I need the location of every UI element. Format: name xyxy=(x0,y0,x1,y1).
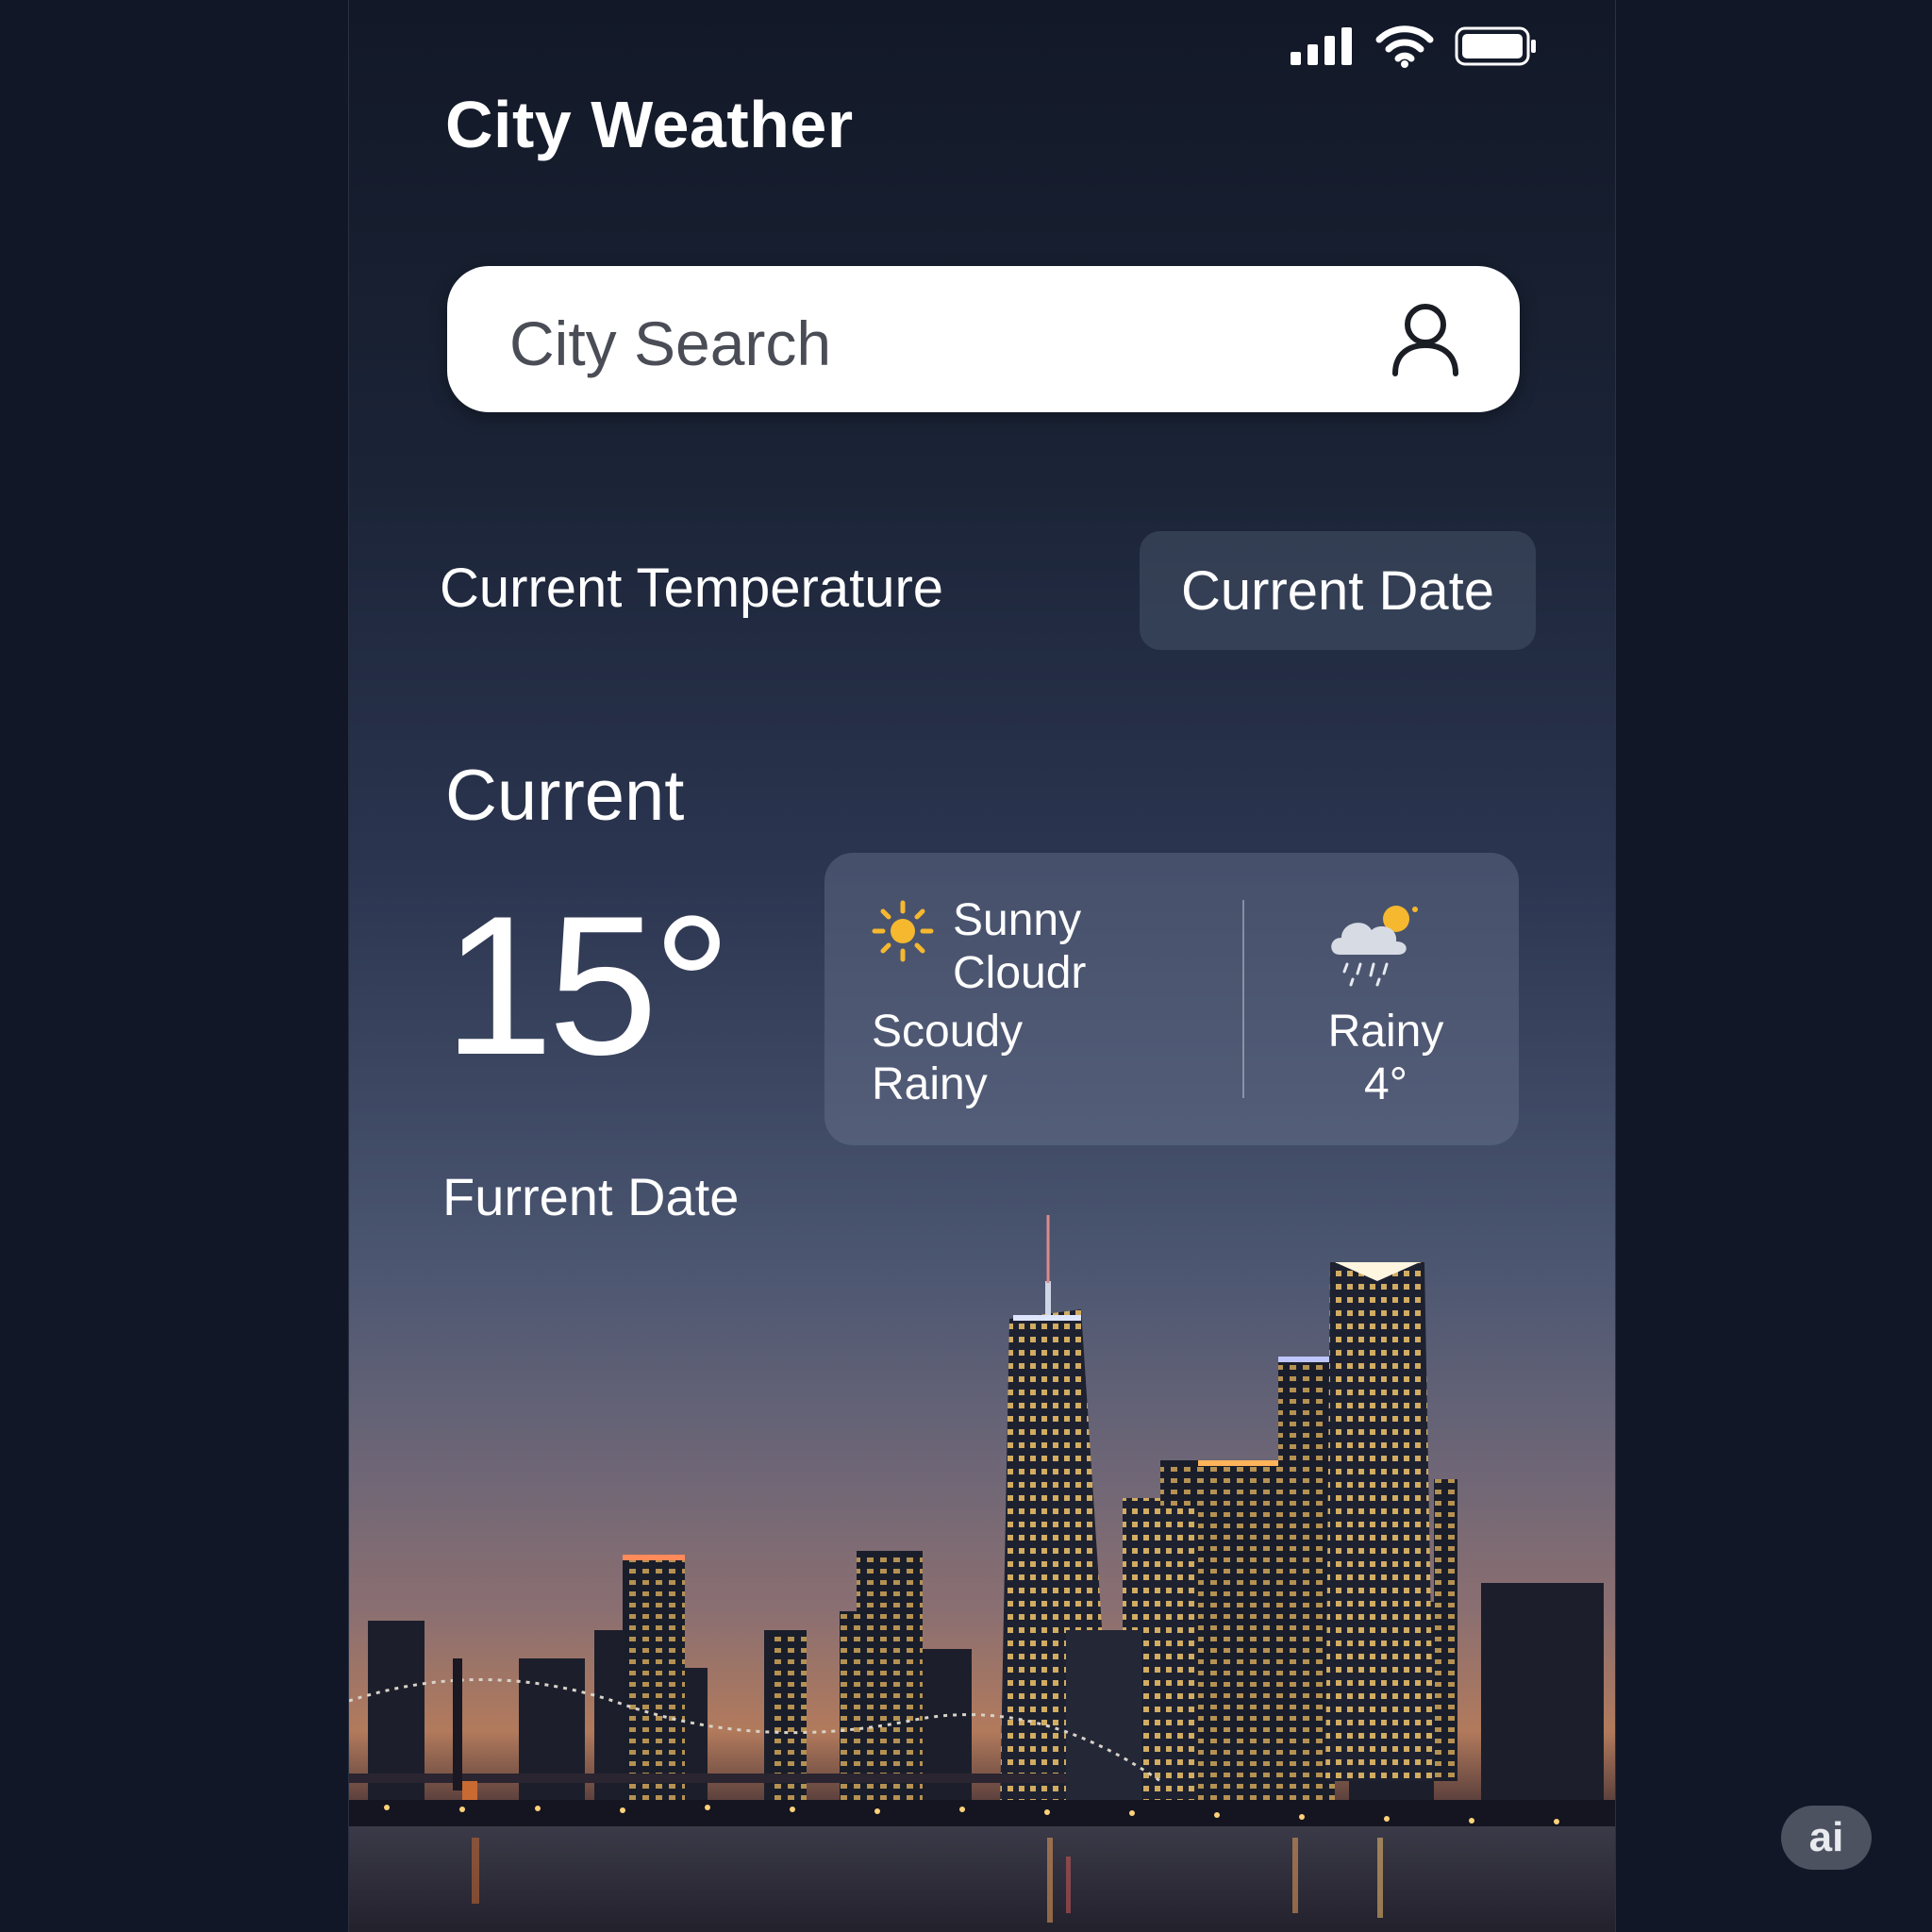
forecast-line: Sunny xyxy=(953,895,1082,945)
forecast-right-text: Rainy 4° xyxy=(1315,1006,1457,1111)
city-skyline-image xyxy=(349,1215,1615,1932)
user-icon[interactable] xyxy=(1390,302,1461,377)
ai-badge[interactable]: ai xyxy=(1781,1806,1872,1870)
forecast-left-top-text: Sunny Cloudr xyxy=(953,894,1086,1000)
forecast-card: Sunny Cloudr Scoudy Rainy Rainy 4° xyxy=(824,853,1519,1145)
wifi-icon xyxy=(1375,25,1434,68)
current-heading: Current xyxy=(445,756,685,836)
forecast-line: 4° xyxy=(1364,1059,1407,1109)
forecast-left-bottom-text: Scoudy Rainy xyxy=(872,1006,1023,1111)
search-placeholder: City Search xyxy=(509,308,832,378)
signal-icon xyxy=(1291,27,1352,65)
forecast-line: Rainy xyxy=(872,1059,988,1109)
sun-icon xyxy=(872,900,934,962)
city-search-input[interactable]: City Search xyxy=(447,266,1520,412)
rain-cloud-sun-icon xyxy=(1331,906,1418,987)
app-title: City Weather xyxy=(445,88,854,161)
current-temperature-label: Current Temperature xyxy=(440,558,944,619)
status-bar xyxy=(1291,25,1538,68)
card-divider xyxy=(1242,900,1244,1098)
phone-screen: City Weather City Search Current Tempera… xyxy=(348,0,1616,1932)
current-temperature-value: 15° xyxy=(443,874,732,1096)
forecast-line: Scoudy xyxy=(872,1007,1024,1057)
forecast-line: Rainy xyxy=(1327,1007,1444,1057)
battery-icon xyxy=(1455,26,1536,66)
current-date-button[interactable]: Current Date xyxy=(1140,531,1536,650)
forecast-line: Cloudr xyxy=(953,948,1087,998)
